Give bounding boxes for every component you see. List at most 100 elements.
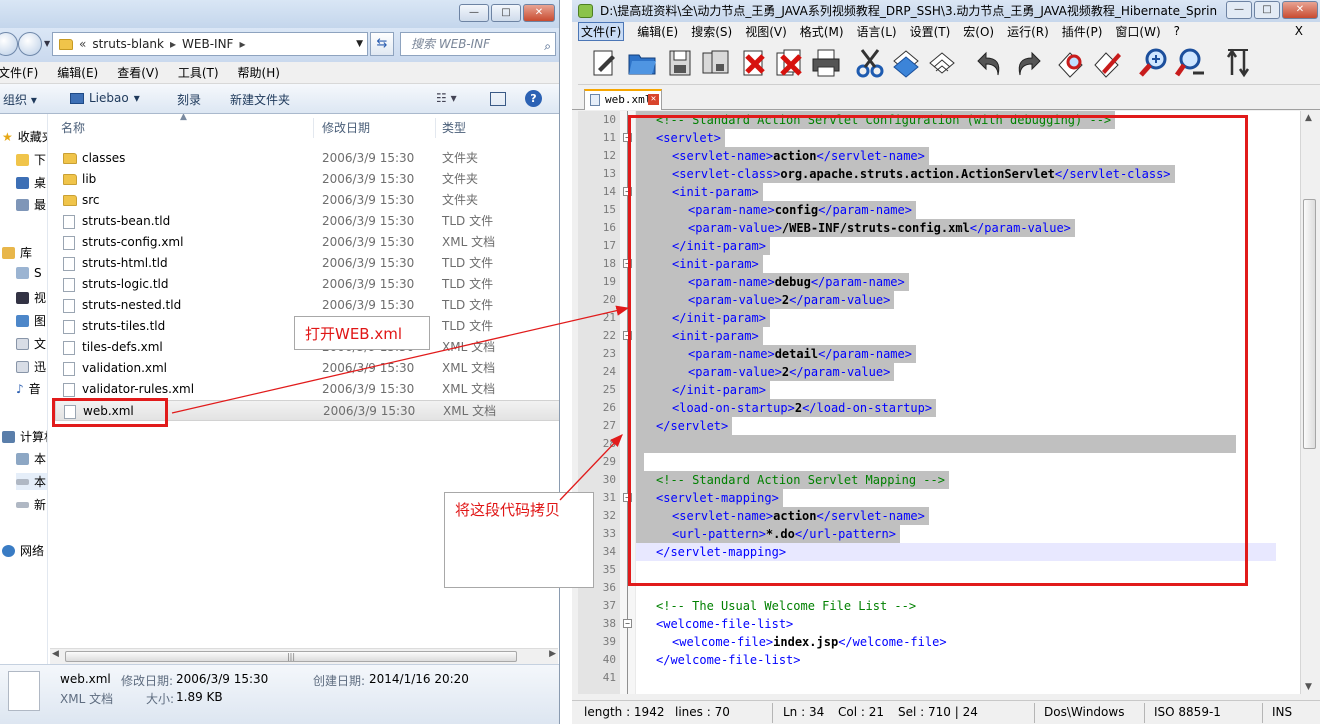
open-file-icon[interactable] <box>626 47 658 79</box>
new-folder-button[interactable]: 新建文件夹 <box>230 91 290 108</box>
file-row[interactable]: struts-nested.tld 2006/3/9 15:30 TLD 文件 <box>55 295 559 316</box>
nav-fav-item[interactable]: 下 <box>16 151 46 168</box>
organize-button[interactable]: 组织 ▾ <box>3 91 37 108</box>
scroll-up-icon[interactable]: ▲ <box>1305 113 1312 123</box>
close-button[interactable]: ✕ <box>523 4 555 22</box>
minimize-button[interactable]: — <box>459 4 489 22</box>
refresh-icon[interactable]: ⇆ <box>370 32 394 56</box>
npp-menu-macro[interactable]: 宏(O) <box>963 23 994 40</box>
nav-lib-item[interactable]: 图 <box>16 312 46 329</box>
vertical-scrollbar[interactable]: ▲ ▼ <box>1300 111 1318 694</box>
menu-edit[interactable]: 编辑(E) <box>57 64 98 81</box>
nav-lib-item[interactable]: 文 <box>16 335 46 352</box>
nav-fav-item[interactable]: 桌 <box>16 174 46 191</box>
menu-file[interactable]: 文件(F) <box>0 64 38 81</box>
back-button[interactable] <box>0 32 18 56</box>
fold-toggle-icon[interactable]: − <box>623 619 632 628</box>
npp-menu-window[interactable]: 窗口(W) <box>1115 23 1160 40</box>
column-header-name[interactable]: 名称 <box>61 114 85 142</box>
search-input[interactable]: 搜索 WEB-INF ⌕ <box>400 32 556 56</box>
redo-icon[interactable] <box>1012 47 1044 79</box>
zoom-in-icon[interactable] <box>1138 47 1170 79</box>
scroll-thumb[interactable] <box>1303 199 1316 449</box>
menu-view[interactable]: 查看(V) <box>117 64 159 81</box>
file-row[interactable]: src 2006/3/9 15:30 文件夹 <box>55 190 559 211</box>
save-all-icon[interactable] <box>700 47 732 79</box>
npp-menu-settings[interactable]: 设置(T) <box>910 23 951 40</box>
sync-scroll-icon[interactable] <box>1222 47 1254 79</box>
breadcrumb-struts-blank[interactable]: struts-blank <box>92 37 164 51</box>
scroll-thumb[interactable]: ||| <box>65 651 517 662</box>
scroll-down-icon[interactable]: ▼ <box>1305 682 1312 692</box>
nav-lib-item[interactable]: 迅 <box>16 358 46 375</box>
close-file-icon[interactable] <box>738 47 770 79</box>
liebao-button[interactable]: Liebao ▾ <box>70 91 140 105</box>
npp-menu-language[interactable]: 语言(L) <box>857 23 897 40</box>
scroll-right-icon[interactable]: ▶ <box>549 649 556 659</box>
npp-maximize-button[interactable]: □ <box>1254 1 1280 19</box>
help-icon[interactable]: ? <box>525 90 542 107</box>
cut-icon[interactable] <box>854 47 886 79</box>
file-row[interactable]: struts-bean.tld 2006/3/9 15:30 TLD 文件 <box>55 211 559 232</box>
forward-button[interactable] <box>18 32 42 56</box>
view-options-icon[interactable]: ☷ ▾ <box>436 91 457 105</box>
menu-tools[interactable]: 工具(T) <box>178 64 219 81</box>
history-dropdown-icon[interactable]: ▼ <box>44 39 50 48</box>
scroll-left-icon[interactable]: ◀ <box>52 649 59 659</box>
nav-computer[interactable]: 计算机 <box>2 428 47 445</box>
replace-icon[interactable] <box>1092 47 1124 79</box>
menu-help[interactable]: 帮助(H) <box>238 64 280 81</box>
npp-menu-file[interactable]: 文件(F) <box>578 21 625 41</box>
npp-menu-edit[interactable]: 编辑(E) <box>637 23 678 40</box>
nav-fav-item[interactable]: 最 <box>16 196 46 213</box>
status-eol[interactable]: Dos\Windows <box>1044 705 1124 719</box>
breadcrumb-web-inf[interactable]: WEB-INF <box>182 37 233 51</box>
npp-menu-plugins[interactable]: 插件(P) <box>1062 23 1103 40</box>
new-file-icon[interactable] <box>588 47 620 79</box>
file-row[interactable]: validation.xml 2006/3/9 15:30 XML 文档 <box>55 358 559 379</box>
file-row[interactable]: struts-html.tld 2006/3/9 15:30 TLD 文件 <box>55 253 559 274</box>
nav-library[interactable]: 库 <box>2 244 32 261</box>
code-line[interactable]: <!-- The Usual Welcome File List --> <box>656 597 916 615</box>
nav-favorites[interactable]: ★收藏夹 <box>2 128 47 145</box>
close-all-icon[interactable] <box>774 47 806 79</box>
nav-drive-selected[interactable]: 本 <box>16 473 47 490</box>
find-icon[interactable] <box>1056 47 1088 79</box>
print-icon[interactable] <box>810 47 842 79</box>
code-line[interactable]: </welcome-file-list> <box>656 651 801 669</box>
npp-minimize-button[interactable]: — <box>1226 1 1252 19</box>
file-row[interactable]: lib 2006/3/9 15:30 文件夹 <box>55 169 559 190</box>
breadcrumb-chevron-icon[interactable]: ▸ <box>170 37 176 51</box>
file-row[interactable]: struts-logic.tld 2006/3/9 15:30 TLD 文件 <box>55 274 559 295</box>
breadcrumb-chevron-icon[interactable]: ▸ <box>239 37 245 51</box>
breadcrumb-overflow[interactable]: « <box>79 37 86 51</box>
tab-close-icon[interactable]: ✕ <box>648 94 659 105</box>
npp-menu-help[interactable]: ? <box>1174 24 1180 38</box>
address-dropdown-icon[interactable]: ▼ <box>356 39 363 49</box>
file-row[interactable]: struts-config.xml 2006/3/9 15:30 XML 文档 <box>55 232 559 253</box>
preview-pane-icon[interactable] <box>490 92 506 106</box>
nav-drive[interactable]: 新 <box>16 496 46 513</box>
nav-lib-item[interactable]: 视 <box>16 289 46 306</box>
undo-icon[interactable] <box>974 47 1006 79</box>
maximize-button[interactable]: □ <box>491 4 521 22</box>
file-row[interactable]: classes 2006/3/9 15:30 文件夹 <box>55 148 559 169</box>
nav-lib-item[interactable]: S <box>16 266 42 280</box>
column-header-type[interactable]: 类型 <box>442 114 466 142</box>
nav-network[interactable]: 网络 <box>2 542 44 559</box>
file-row[interactable]: validator-rules.xml 2006/3/9 15:30 XML 文档 <box>55 379 559 400</box>
save-icon[interactable] <box>664 47 696 79</box>
copy-icon[interactable] <box>890 47 922 79</box>
code-line[interactable]: <welcome-file>index.jsp</welcome-file> <box>672 633 947 651</box>
tab-web-xml[interactable]: web.xml ✕ <box>584 89 662 110</box>
nav-drive[interactable]: 本 <box>16 450 46 467</box>
nav-lib-item[interactable]: ♪ 音 <box>16 380 41 397</box>
horizontal-scrollbar[interactable]: ◀ ||| ▶ <box>50 648 558 664</box>
zoom-out-icon[interactable] <box>1174 47 1206 79</box>
npp-menu-search[interactable]: 搜索(S) <box>691 23 732 40</box>
npp-menu-format[interactable]: 格式(M) <box>800 23 844 40</box>
npp-close-button[interactable]: ✕ <box>1282 1 1318 19</box>
burn-button[interactable]: 刻录 <box>177 91 201 108</box>
npp-menu-view[interactable]: 视图(V) <box>745 23 787 40</box>
column-header-date[interactable]: 修改日期 <box>322 114 370 142</box>
